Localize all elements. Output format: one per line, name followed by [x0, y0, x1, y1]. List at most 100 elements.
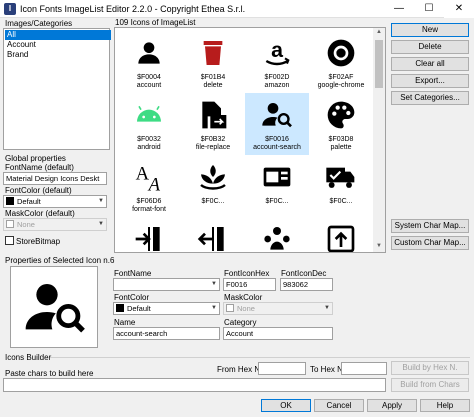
- icon-name: account: [136, 82, 162, 89]
- selected-icon-title: Properties of Selected Icon n.6: [5, 256, 115, 265]
- icon-cell[interactable]: $F0032 android: [117, 93, 181, 155]
- fontname-default-value: Material Design Icons Deskt: [6, 174, 100, 183]
- delete-button[interactable]: Delete: [391, 40, 469, 54]
- fontname-label: FontName: [114, 269, 152, 278]
- icon-name: amazon: [264, 82, 290, 89]
- icon-name: account-search: [253, 144, 301, 151]
- set-categories-button[interactable]: Set Categories...: [391, 91, 469, 105]
- fontname-default-field[interactable]: Material Design Icons Deskt: [3, 172, 107, 185]
- categories-list[interactable]: All Account Brand: [3, 28, 111, 150]
- icon-cell[interactable]: $F03D8 palette: [309, 93, 373, 155]
- icon-cell-selected[interactable]: $F0016 account-search: [245, 93, 309, 155]
- name-value: account-search: [116, 329, 168, 338]
- icon-cell[interactable]: $F0B32 file-replace: [181, 93, 245, 155]
- icon-hex: $F0004: [137, 74, 161, 81]
- chevron-down-icon: ▼: [98, 198, 104, 204]
- clear-all-button[interactable]: Clear all: [391, 57, 469, 71]
- icons-builder-title: Icons Builder: [5, 353, 52, 362]
- icons-grid[interactable]: $F0004 account $F01B4 delete a $F002D am…: [114, 27, 386, 253]
- build-by-hex-button[interactable]: Build by Hex N.: [391, 361, 469, 375]
- icon-cell[interactable]: $F02AF google-chrome: [309, 31, 373, 93]
- file-replace-icon: [202, 101, 227, 129]
- icon-cell[interactable]: $F0004 account: [117, 31, 181, 93]
- category-item-all[interactable]: All: [5, 30, 111, 40]
- color-swatch: [116, 304, 124, 312]
- icon-cell[interactable]: $F0C...: [245, 155, 309, 217]
- icon-cell[interactable]: $F0C...: [309, 155, 373, 217]
- fonticondec-field[interactable]: 983062: [280, 278, 333, 291]
- fontcolor-select[interactable]: Default ▼: [113, 302, 220, 315]
- google-chrome-icon: [327, 39, 355, 67]
- build-from-chars-button[interactable]: Build from Chars: [391, 378, 469, 392]
- icon-hex: $F02AF: [328, 74, 354, 81]
- delete-icon: [203, 41, 223, 65]
- help-button[interactable]: Help: [420, 399, 470, 412]
- fontcolor-default-select[interactable]: Default ▼: [3, 195, 107, 208]
- maskcolor-default-label: MaskColor (default): [5, 209, 75, 218]
- fontname-select[interactable]: ▼: [113, 278, 220, 291]
- color-swatch: [226, 304, 234, 312]
- maximize-button[interactable]: ☐: [414, 0, 444, 18]
- fontname-default-label: FontName (default): [5, 163, 74, 172]
- icon-cell[interactable]: $F01B4 delete: [181, 31, 245, 93]
- name-field[interactable]: account-search: [113, 327, 220, 340]
- icon-hex: $F0C...: [329, 198, 353, 205]
- scrollbar-thumb[interactable]: [375, 40, 383, 88]
- icon-cell[interactable]: a $F002D amazon: [245, 31, 309, 93]
- icon-cell[interactable]: AA $F06D6 format-font: [117, 155, 181, 217]
- maskcolor-default-select[interactable]: None ▼: [3, 218, 107, 231]
- amazon-icon: a: [265, 38, 290, 66]
- icon-cell[interactable]: [245, 217, 309, 252]
- ok-button[interactable]: OK: [261, 399, 311, 412]
- minimize-button[interactable]: —: [384, 0, 414, 18]
- icon-cell[interactable]: [181, 217, 245, 252]
- fontcolor-label: FontColor: [114, 293, 150, 302]
- close-button[interactable]: ✕: [444, 0, 474, 18]
- spa-icon: [200, 165, 226, 190]
- from-hex-field[interactable]: [258, 362, 306, 375]
- global-properties-title: Global properties: [5, 154, 66, 163]
- chevron-down-icon: ▼: [211, 281, 217, 287]
- scroll-up-icon[interactable]: ▲: [373, 29, 385, 35]
- cancel-button[interactable]: Cancel: [314, 399, 364, 412]
- icon-cell[interactable]: $F0C...: [181, 155, 245, 217]
- fonticondec-label: FontIconDec: [281, 269, 327, 278]
- icon-name: android: [137, 144, 161, 151]
- paste-chars-input[interactable]: [3, 378, 386, 392]
- account-search-icon: [25, 284, 85, 333]
- new-button[interactable]: New: [391, 23, 469, 37]
- divider: [50, 357, 470, 358]
- selected-icon-preview: [10, 266, 98, 348]
- icon-cell[interactable]: [117, 217, 181, 252]
- app-icon: I: [4, 3, 16, 15]
- custom-char-map-button[interactable]: Custom Char Map...: [391, 236, 469, 250]
- system-char-map-button[interactable]: System Char Map...: [391, 219, 469, 233]
- to-hex-label: To Hex N.: [310, 365, 346, 374]
- category-label: Category: [224, 318, 257, 327]
- category-field[interactable]: Account: [223, 327, 333, 340]
- export-button[interactable]: Export...: [391, 74, 469, 88]
- icons-count-label: 109 Icons of ImageList: [115, 18, 196, 27]
- icon-name: delete: [203, 82, 223, 89]
- scroll-down-icon[interactable]: ▼: [373, 243, 385, 249]
- storebitmap-checkbox[interactable]: [5, 236, 14, 245]
- svg-text:A: A: [136, 164, 150, 185]
- svg-text:a: a: [271, 38, 283, 62]
- category-item-brand[interactable]: Brand: [5, 50, 111, 60]
- fontcolor-default-label: FontColor (default): [5, 186, 72, 195]
- apply-button[interactable]: Apply: [367, 399, 417, 412]
- name-label: Name: [114, 318, 136, 327]
- to-hex-field[interactable]: [341, 362, 387, 375]
- maskcolor-select[interactable]: None ▼: [223, 302, 333, 315]
- icon-name: file-replace: [195, 144, 231, 151]
- exit-icon: [197, 227, 224, 251]
- window-title: Icon Fonts ImageList Editor 2.2.0 - Copy…: [20, 4, 246, 14]
- icon-hex: $F002D: [264, 74, 290, 81]
- fonticonhex-field[interactable]: F0016: [223, 278, 276, 291]
- fonticonhex-value: F0016: [226, 280, 248, 289]
- icon-cell[interactable]: [309, 217, 373, 252]
- icon-name: palette: [330, 144, 352, 151]
- storebitmap-label: StoreBitmap: [16, 237, 61, 246]
- upload-box-icon: [327, 225, 355, 252]
- category-item-account[interactable]: Account: [5, 40, 111, 50]
